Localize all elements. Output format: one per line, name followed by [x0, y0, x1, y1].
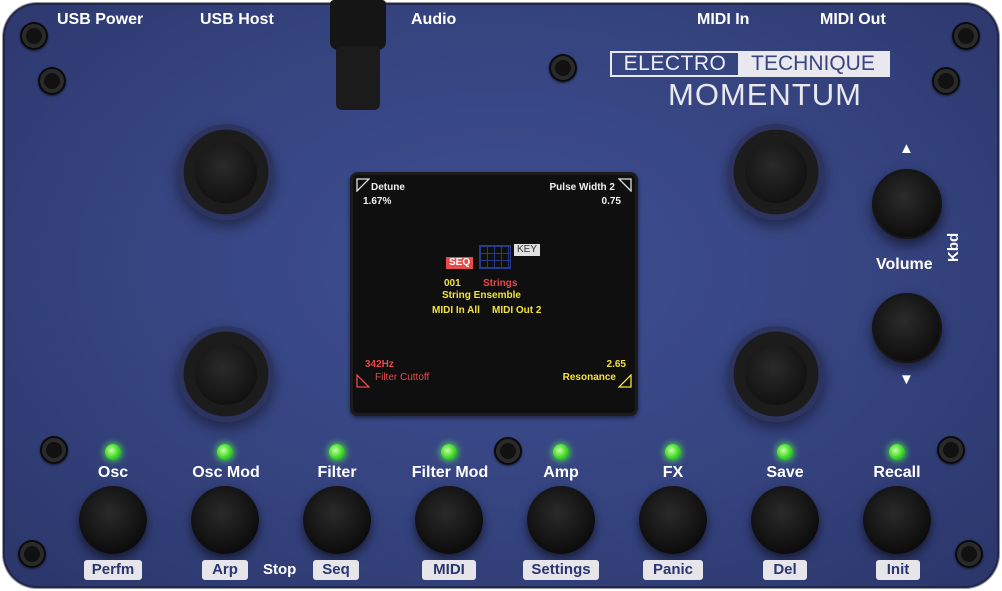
screw-icon — [937, 436, 965, 464]
param-bottom-right-name: Resonance — [562, 372, 616, 383]
seq-tag: SEQ — [446, 257, 474, 269]
filter-mod-button[interactable] — [415, 486, 483, 554]
save-label: Save — [766, 464, 804, 481]
down-arrow-icon: ▼ — [899, 371, 914, 388]
encoder-bottom-left[interactable] — [178, 326, 274, 422]
corner-marker-icon — [356, 178, 370, 192]
panic-tag: Panic — [643, 560, 703, 580]
screw-icon — [18, 540, 46, 568]
up-arrow-icon: ▲ — [899, 140, 914, 157]
volume-up-button[interactable] — [872, 169, 942, 239]
param-bottom-left-value: 342Hz — [365, 359, 394, 370]
save-led — [777, 444, 793, 460]
filter-button[interactable] — [303, 486, 371, 554]
logo-momentum: MOMENTUM — [668, 77, 862, 112]
midi-in-status: MIDI In All — [432, 305, 480, 316]
filter-mod-led — [441, 444, 457, 460]
encoder-bottom-right[interactable] — [728, 326, 824, 422]
osc-mod-led — [217, 444, 233, 460]
fx-label: FX — [662, 464, 684, 481]
param-top-left-name: Detune — [371, 182, 405, 193]
osc-label: Osc — [97, 464, 129, 481]
midi-in-label: MIDI In — [697, 11, 750, 28]
volume-label: Volume — [876, 256, 933, 273]
param-top-left-value: 1.67% — [363, 196, 392, 207]
usb-power-label: USB Power — [57, 11, 144, 28]
screw-icon — [955, 540, 983, 568]
kbd-label: Kbd — [945, 232, 962, 262]
screw-icon — [20, 22, 48, 50]
logo-technique: TECHNIQUE — [738, 53, 888, 75]
param-top-right-value: 0.75 — [601, 196, 621, 207]
seq-tag-button: Seq — [313, 560, 359, 580]
sequencer-grid-icon — [479, 245, 511, 269]
arp-tag: Arp — [202, 560, 248, 580]
screw-icon — [38, 67, 66, 95]
display-screen: Detune 1.67% Pulse Width 2 0.75 SEQ KEY … — [350, 172, 638, 416]
init-tag: Init — [876, 560, 920, 580]
audio-cable-plug — [330, 0, 386, 110]
fx-led — [665, 444, 681, 460]
recall-button[interactable] — [863, 486, 931, 554]
patch-category: Strings — [483, 278, 518, 289]
param-bottom-right-value: 2.65 — [606, 359, 626, 370]
filter-label: Filter — [317, 464, 357, 481]
screw-icon — [40, 436, 68, 464]
screw-icon — [952, 22, 980, 50]
midi-tag: MIDI — [422, 560, 476, 580]
midi-out-status: MIDI Out 2 — [492, 305, 542, 316]
settings-tag: Settings — [523, 560, 599, 580]
fx-button[interactable] — [639, 486, 707, 554]
corner-marker-icon — [618, 374, 632, 388]
screw-icon — [549, 54, 577, 82]
save-button[interactable] — [751, 486, 819, 554]
osc-mod-button[interactable] — [191, 486, 259, 554]
patch-name: String Ensemble — [442, 290, 521, 301]
param-bottom-left-name: Filter Cuttoff — [375, 372, 430, 383]
corner-marker-icon — [618, 178, 632, 192]
volume-down-button[interactable] — [872, 293, 942, 363]
recall-led — [889, 444, 905, 460]
usb-host-label: USB Host — [200, 11, 274, 28]
del-tag: Del — [763, 560, 807, 580]
amp-led — [553, 444, 569, 460]
osc-mod-label: Osc Mod — [192, 464, 260, 481]
screw-icon — [494, 437, 522, 465]
stop-label: Stop — [263, 561, 297, 578]
screw-icon — [932, 67, 960, 95]
amp-button[interactable] — [527, 486, 595, 554]
param-top-right-name: Pulse Width 2 — [549, 182, 615, 193]
logo-electro: ELECTRO — [623, 52, 727, 75]
osc-led — [105, 444, 121, 460]
osc-button[interactable] — [79, 486, 147, 554]
encoder-top-left[interactable] — [178, 124, 274, 220]
encoder-top-right[interactable] — [728, 124, 824, 220]
amp-label: Amp — [543, 464, 579, 481]
brand-logo: ELECTRO TECHNIQUE — [610, 51, 890, 77]
corner-marker-icon — [356, 374, 370, 388]
perfm-tag: Perfm — [84, 560, 142, 580]
filter-led — [329, 444, 345, 460]
audio-label: Audio — [411, 11, 457, 28]
filter-mod-label: Filter Mod — [411, 464, 489, 481]
key-tag: KEY — [514, 244, 541, 256]
patch-number: 001 — [444, 278, 461, 289]
midi-out-label: MIDI Out — [820, 11, 886, 28]
recall-label: Recall — [873, 464, 921, 481]
